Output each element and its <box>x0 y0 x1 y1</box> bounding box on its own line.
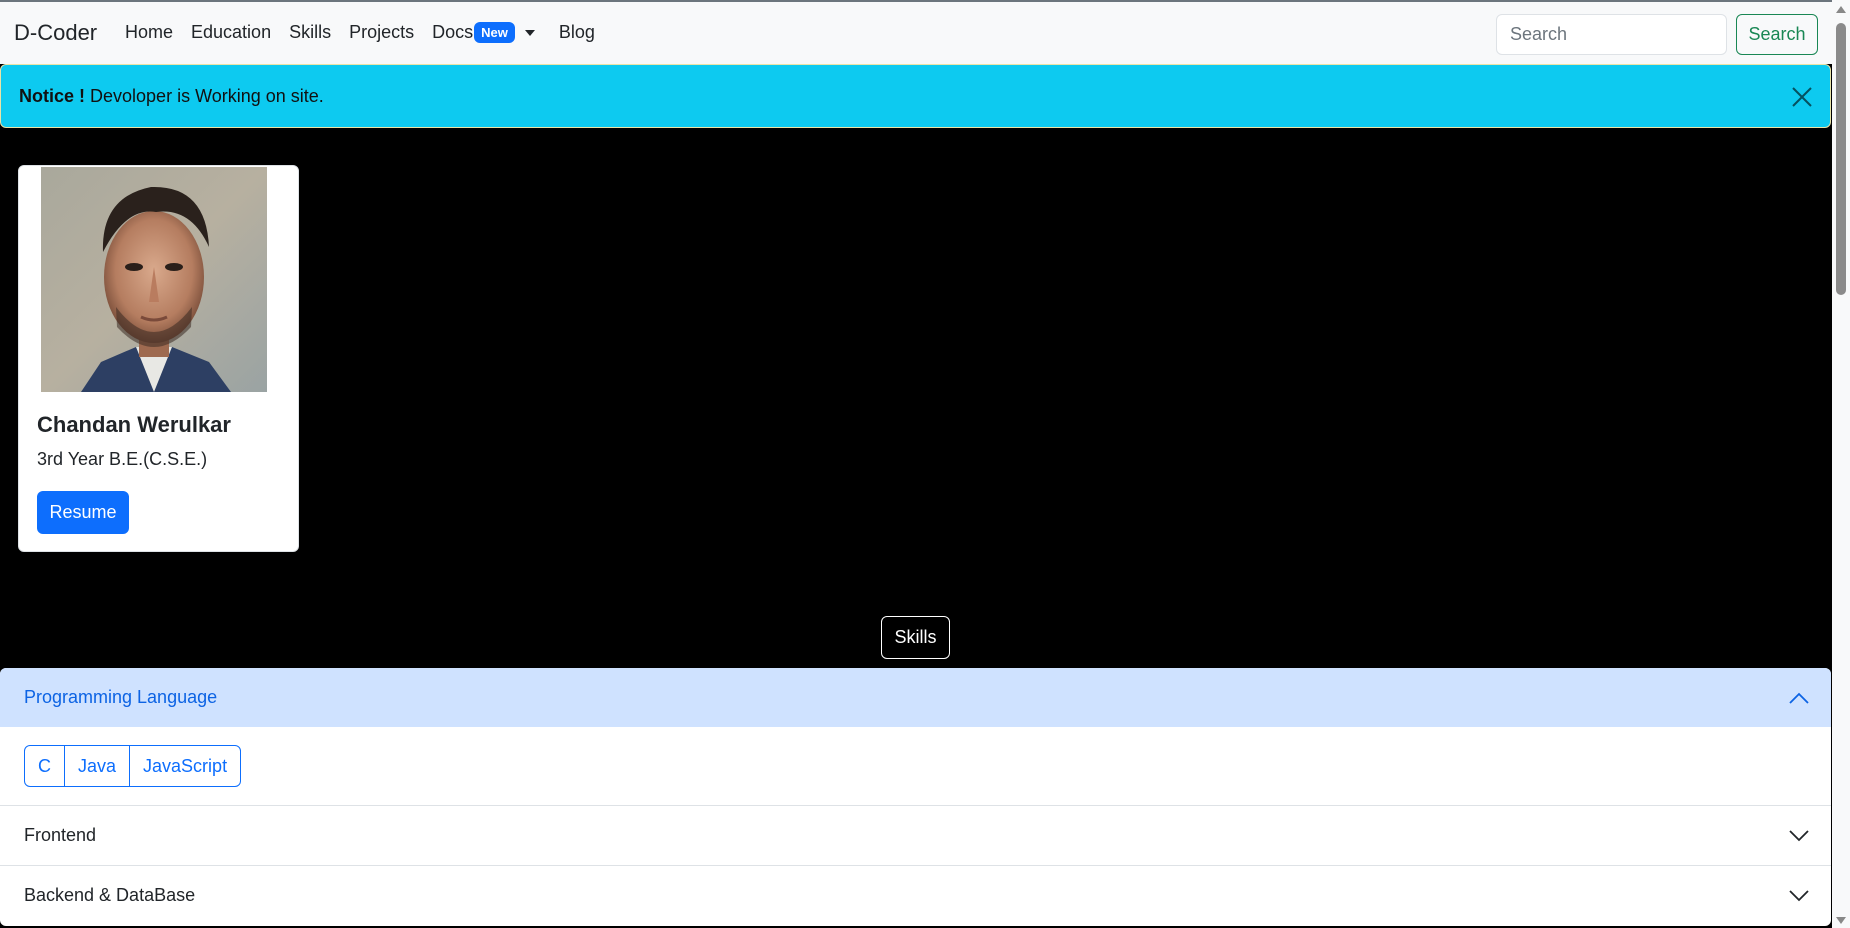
profile-photo <box>41 167 267 392</box>
dropdown-caret-icon[interactable] <box>524 29 535 36</box>
profile-subtitle: 3rd Year B.E.(C.S.E.) <box>37 449 208 469</box>
close-icon[interactable] <box>1790 85 1814 109</box>
accordion-header-frontend[interactable]: Frontend <box>0 806 1831 866</box>
accordion-title: Frontend <box>24 825 97 845</box>
navbar: D-Coder Home Education Skills Projects D… <box>0 0 1850 64</box>
chevron-up-icon <box>1789 692 1809 704</box>
nav-link-home[interactable]: Home <box>125 22 173 43</box>
vertical-scrollbar[interactable] <box>1832 0 1850 928</box>
chevron-down-icon <box>1789 889 1809 901</box>
docs-label: Docs <box>432 22 474 42</box>
resume-button[interactable]: Resume <box>37 491 129 534</box>
alert-strong: Notice ! <box>19 86 86 106</box>
nav-link-docs[interactable]: Docs New <box>432 22 541 43</box>
nav-links: Home Education Skills Projects Docs New … <box>125 22 613 43</box>
skill-button-javascript[interactable]: JavaScript <box>130 746 240 786</box>
language-button-group: C Java JavaScript <box>24 745 242 787</box>
accordion-body-programming-language: C Java JavaScript <box>0 727 1831 806</box>
search-input[interactable] <box>1496 14 1727 55</box>
alert-message: Notice ! Devoloper is Working on site. <box>19 86 324 107</box>
nav-link-projects[interactable]: Projects <box>349 22 414 43</box>
brand-logo[interactable]: D-Coder <box>14 20 97 46</box>
notice-alert: Notice ! Devoloper is Working on site. <box>0 64 1831 128</box>
skills-accordion: Programming Language C Java JavaScript F… <box>0 668 1831 926</box>
nav-link-blog[interactable]: Blog <box>559 22 595 43</box>
chevron-down-icon <box>1789 829 1809 841</box>
accordion-title: Backend & DataBase <box>24 885 196 905</box>
scroll-up-arrow-icon[interactable] <box>1836 6 1846 13</box>
skill-button-c[interactable]: C <box>25 746 65 786</box>
accordion-header-programming-language[interactable]: Programming Language <box>0 668 1831 727</box>
scrollbar-thumb[interactable] <box>1836 23 1846 295</box>
search-button[interactable]: Search <box>1736 14 1818 55</box>
profile-card: Chandan Werulkar 3rd Year B.E.(C.S.E.) R… <box>18 165 299 552</box>
new-badge: New <box>474 22 515 43</box>
accordion-header-backend-database[interactable]: Backend & DataBase <box>0 866 1831 925</box>
alert-body: Devoloper is Working on site. <box>85 86 324 106</box>
skill-button-java[interactable]: Java <box>65 746 131 786</box>
accordion-title: Programming Language <box>24 687 218 707</box>
skills-heading-button[interactable]: Skills <box>881 616 950 659</box>
page: D-Coder Home Education Skills Projects D… <box>0 0 1850 928</box>
nav-link-skills[interactable]: Skills <box>289 22 331 43</box>
profile-name: Chandan Werulkar <box>37 412 231 437</box>
nav-link-education[interactable]: Education <box>191 22 271 43</box>
scroll-down-arrow-icon[interactable] <box>1836 917 1846 924</box>
